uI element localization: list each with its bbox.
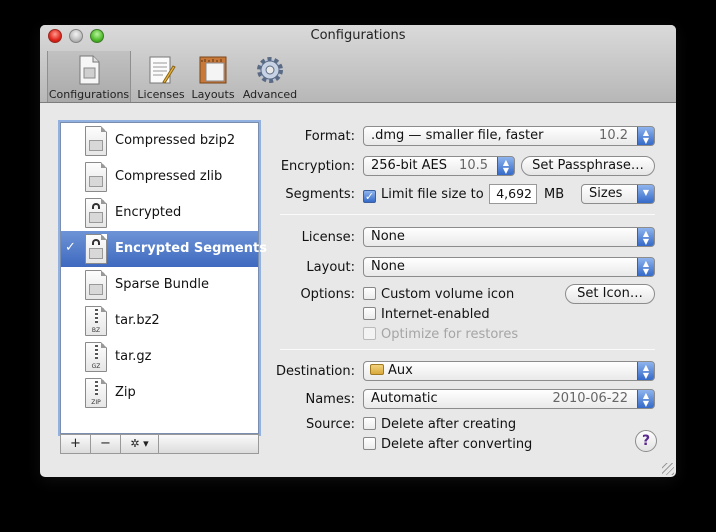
chevron-down-icon: ▼ (637, 185, 654, 203)
internet-enabled-checkbox[interactable]: Internet-enabled (363, 307, 490, 322)
optimize-for-restores-checkbox: Optimize for restores (363, 327, 518, 342)
source-label: Source: (305, 417, 355, 432)
separator (280, 214, 655, 215)
toolbar-layouts[interactable]: Layouts (189, 51, 237, 102)
toolbar-advanced-label: Advanced (242, 88, 298, 101)
list-item-label: tar.gz (115, 349, 152, 364)
limit-file-size-label: Limit file size to (381, 187, 484, 202)
license-label: License: (301, 230, 355, 245)
format-popup[interactable]: .dmg — smaller file, faster 10.2 ▲ ▼ (363, 126, 655, 146)
delete-after-converting-checkbox[interactable]: Delete after converting (363, 437, 532, 452)
remove-configuration-button[interactable]: − (91, 435, 121, 453)
archive-icon: GZ (85, 342, 107, 372)
optimize-for-restores-label: Optimize for restores (381, 327, 519, 342)
encrypted-disk-image-icon (85, 198, 107, 228)
license-value: None (371, 229, 405, 244)
internet-enabled-label: Internet-enabled (381, 307, 490, 322)
sparse-bundle-icon (85, 270, 107, 300)
popup-arrows-icon: ▲ ▼ (637, 127, 654, 145)
custom-volume-icon-checkbox[interactable]: Custom volume icon (363, 287, 514, 302)
delete-after-converting-label: Delete after converting (381, 437, 533, 452)
list-item-label: Zip (115, 385, 136, 400)
encryption-hint: 10.5 (459, 158, 488, 173)
toolbar-licenses[interactable]: Licenses (135, 51, 187, 102)
destination-popup[interactable]: Aux ▲ ▼ (363, 361, 655, 381)
delete-after-creating-checkbox[interactable]: Delete after creating (363, 417, 516, 432)
list-action-bar: + − ✲ ▾ (60, 434, 259, 454)
limit-file-size-checkbox[interactable]: ✓ Limit file size to (363, 187, 484, 203)
toolbar-configurations[interactable]: Configurations (47, 51, 131, 102)
archive-icon: ZIP (85, 378, 107, 408)
sizes-value: Sizes (589, 186, 623, 201)
license-icon (145, 54, 177, 86)
disk-image-icon (85, 126, 107, 156)
format-label: Format: (304, 129, 355, 144)
format-hint: 10.2 (599, 128, 628, 143)
names-popup[interactable]: Automatic 2010-06-22 ▲ ▼ (363, 389, 655, 409)
segments-label: Segments: (285, 187, 355, 202)
popup-arrows-icon: ▲ ▼ (637, 258, 654, 276)
toolbar-advanced[interactable]: Advanced (239, 51, 301, 102)
toolbar-licenses-label: Licenses (137, 88, 185, 101)
layout-icon (197, 54, 229, 86)
layout-popup[interactable]: None ▲ ▼ (363, 257, 655, 277)
checkmark-icon: ✓ (65, 240, 76, 255)
toolbar-layouts-label: Layouts (191, 88, 235, 101)
popup-arrows-icon: ▲ ▼ (637, 228, 654, 246)
list-item-label: Encrypted (115, 205, 182, 220)
names-label: Names: (305, 392, 355, 407)
title-bar: Configurations Configurations Licenses L… (40, 25, 676, 103)
encrypted-disk-image-icon (85, 234, 107, 264)
layout-value: None (371, 259, 405, 274)
separator (280, 349, 655, 350)
folder-icon (370, 364, 384, 375)
license-popup[interactable]: None ▲ ▼ (363, 227, 655, 247)
disk-image-icon (85, 162, 107, 192)
custom-volume-icon-label: Custom volume icon (381, 287, 515, 302)
destination-value: Aux (388, 363, 413, 378)
encryption-label: Encryption: (280, 159, 355, 174)
sizes-popup[interactable]: Sizes ▼ (581, 184, 655, 204)
checkbox-checked-icon: ✓ (363, 190, 376, 203)
help-button[interactable]: ? (635, 430, 657, 452)
window-title: Configurations (310, 28, 406, 43)
set-passphrase-button[interactable]: Set Passphrase… (521, 156, 655, 176)
file-size-unit: MB (544, 187, 565, 202)
format-value: .dmg — smaller file, faster (371, 128, 544, 143)
popup-arrows-icon: ▲ ▼ (637, 362, 654, 380)
options-label: Options: (300, 287, 355, 302)
configurations-window: Configurations Configurations Licenses L… (40, 25, 676, 477)
delete-after-creating-label: Delete after creating (381, 417, 517, 432)
set-icon-button[interactable]: Set Icon… (565, 284, 655, 304)
file-size-field[interactable]: 4,692 (489, 184, 537, 204)
popup-arrows-icon: ▲ ▼ (637, 390, 654, 408)
names-value: Automatic (371, 391, 438, 406)
toolbar-configurations-label: Configurations (48, 88, 130, 101)
archive-icon: BZ (85, 306, 107, 336)
list-item-label: tar.bz2 (115, 313, 160, 328)
names-hint: 2010-06-22 (552, 391, 628, 406)
popup-arrows-icon: ▲ ▼ (497, 157, 514, 175)
add-configuration-button[interactable]: + (61, 435, 91, 453)
destination-label: Destination: (276, 364, 355, 379)
resize-grip-icon[interactable] (662, 463, 674, 475)
encryption-popup[interactable]: 256-bit AES 10.5 ▲ ▼ (363, 156, 515, 176)
list-item[interactable]: BZ tar.bz2 (61, 303, 258, 339)
encryption-value: 256-bit AES (371, 158, 447, 173)
gear-icon (254, 54, 286, 86)
action-menu-button[interactable]: ✲ ▾ (121, 435, 159, 453)
document-icon (73, 54, 105, 86)
layout-label: Layout: (306, 260, 355, 275)
